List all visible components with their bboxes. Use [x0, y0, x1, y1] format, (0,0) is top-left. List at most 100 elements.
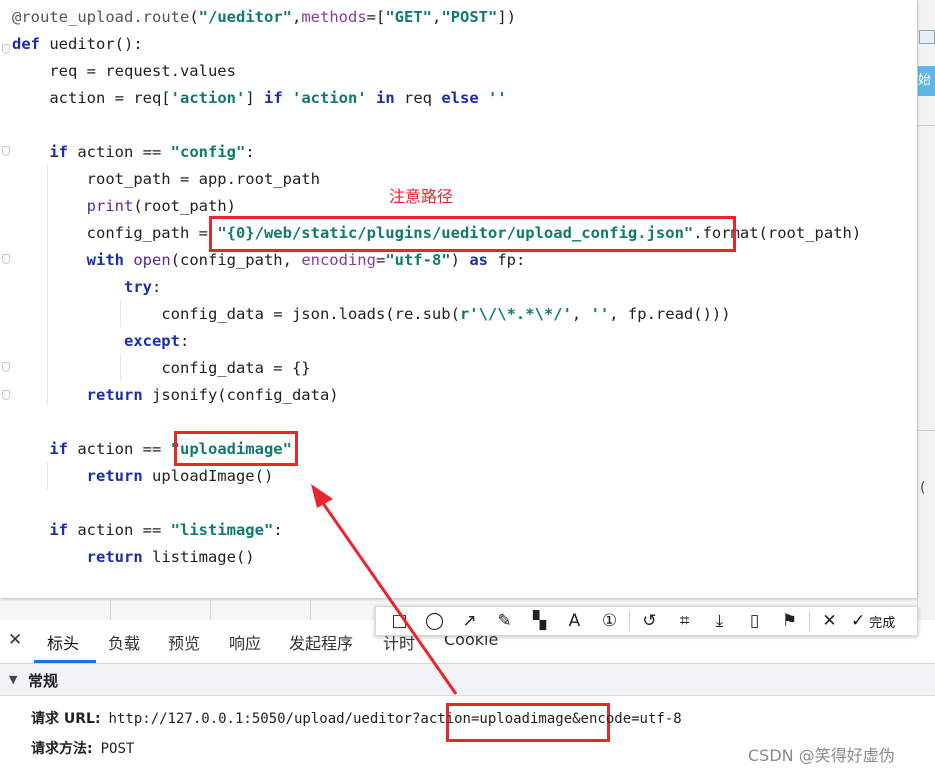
code-token: req	[394, 89, 442, 107]
rectangle-tool-icon[interactable]: □	[382, 607, 417, 635]
right-sidebar-strip: 始 (	[917, 0, 935, 620]
request-method-row: 请求方法: POST	[31, 738, 134, 758]
start-button[interactable]: 始	[918, 66, 935, 96]
request-url-label: 请求 URL:	[31, 711, 101, 727]
code-token: open	[133, 251, 171, 269]
pen-tool-icon[interactable]: ✎	[487, 607, 522, 635]
code-token: with	[86, 251, 124, 269]
phone-icon[interactable]: ▯	[737, 607, 772, 635]
code-line: def ueditor():	[12, 31, 861, 58]
code-token: return	[86, 386, 143, 404]
mosaic-tool-icon[interactable]: ▚	[522, 607, 557, 635]
code-token: :	[151, 278, 162, 296]
code-token: as	[469, 251, 488, 269]
fold-marker[interactable]	[2, 390, 10, 400]
code-line: if action == "listimage":	[12, 517, 861, 544]
code-token: r'\/\*.*\*/'	[459, 305, 572, 323]
list-icon[interactable]	[919, 30, 935, 44]
code-token: root_path = app.root_path	[86, 170, 320, 188]
code-line: if action == "uploadimage":	[12, 436, 861, 463]
general-section-header[interactable]: ▼ 常规	[0, 664, 935, 696]
code-token: action = req[	[49, 89, 171, 107]
code-token: ]	[245, 89, 264, 107]
code-token: jsonify(config_data)	[142, 386, 339, 404]
ocr-icon[interactable]: ⌗	[667, 607, 702, 635]
code-token: , fp.read()))	[609, 305, 731, 323]
code-token: (	[189, 8, 199, 26]
code-token: ''	[590, 305, 610, 323]
code-token: =	[375, 251, 386, 269]
undo-icon[interactable]: ↺	[632, 607, 667, 635]
code-token: encoding	[301, 251, 376, 269]
number-tool-icon[interactable]: ①	[592, 607, 627, 635]
code-line: return jsonify(config_data)	[12, 382, 861, 409]
fold-marker[interactable]	[2, 254, 10, 264]
code-token: return	[86, 548, 143, 566]
code-line: return uploadImage()	[12, 463, 861, 490]
code-line: action = req['action'] if 'action' in re…	[12, 85, 861, 112]
arrow-tool-icon[interactable]: ↗	[452, 607, 487, 635]
start-button-label: 始	[918, 73, 932, 88]
tab-0[interactable]: 标头	[47, 630, 79, 654]
divider	[918, 125, 935, 126]
code-token: route	[142, 8, 190, 26]
watermark: CSDN @笑得好虚伪	[748, 746, 895, 765]
code-token: req = request.values	[49, 62, 236, 80]
code-token: config_path =	[86, 224, 218, 242]
fold-marker[interactable]	[2, 362, 10, 372]
done-button[interactable]: ✓ 完成	[851, 611, 895, 631]
code-token: listimage()	[142, 548, 255, 566]
cancel-icon[interactable]: ✕	[812, 607, 847, 635]
code-token: uploadImage()	[142, 467, 274, 485]
request-url-row: 请求 URL: http://127.0.0.1:5050/upload/uedi…	[31, 708, 682, 728]
code-token: ,	[571, 305, 591, 323]
pin-icon[interactable]: ⚑	[772, 607, 807, 635]
tab-3[interactable]: 响应	[229, 630, 261, 654]
request-url-value[interactable]: http://127.0.0.1:5050/upload/ueditor?act…	[109, 711, 682, 727]
code-token: methods	[301, 8, 367, 26]
code-token: except	[123, 332, 180, 350]
paren-text: (	[920, 480, 926, 496]
code-token: :	[179, 332, 190, 350]
fold-marker[interactable]	[2, 44, 10, 54]
fold-marker[interactable]	[2, 146, 10, 156]
code-token: "/ueditor"	[198, 8, 292, 26]
code-line: config_data = {}	[12, 355, 861, 382]
close-icon[interactable]: ✕	[8, 630, 22, 650]
code-editor-panel: @route_upload.route("/ueditor",methods=[…	[0, 0, 917, 598]
active-tab-indicator	[34, 660, 96, 663]
text-tool-icon[interactable]: A	[557, 607, 592, 635]
code-token: "config"	[170, 143, 246, 161]
tab-1[interactable]: 负载	[108, 630, 140, 654]
screenshot-toolbar: □ ◯ ↗ ✎ ▚ A ① ↺ ⌗ ⤓ ▯ ⚑ ✕ ✓ 完成	[375, 606, 918, 636]
checkmark-icon: ✓	[851, 611, 866, 631]
download-icon[interactable]: ⤓	[702, 607, 737, 635]
code-token: if	[49, 143, 68, 161]
tab-4[interactable]: 发起程序	[289, 630, 353, 654]
code-line: req = request.values	[12, 58, 861, 85]
code-lines: @route_upload.route("/ueditor",methods=[…	[12, 4, 861, 571]
ellipse-tool-icon[interactable]: ◯	[417, 607, 452, 635]
code-token: def	[12, 35, 40, 53]
collapse-arrow-icon[interactable]: ▼	[9, 673, 17, 686]
toolbar-divider	[809, 611, 810, 631]
grid-line	[110, 600, 111, 620]
code-line: except:	[12, 328, 861, 355]
code-token: if	[49, 440, 68, 458]
tab-2[interactable]: 预览	[168, 630, 200, 654]
